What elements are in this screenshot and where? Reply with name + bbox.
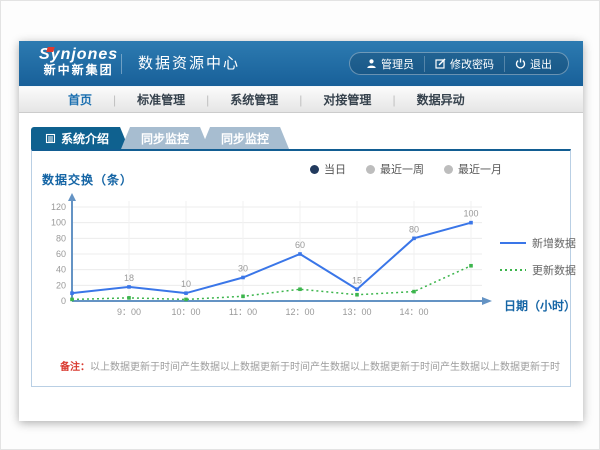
- point-label: 10: [181, 279, 191, 289]
- data-point: [127, 285, 131, 289]
- nav-item-1[interactable]: 标准管理: [116, 91, 206, 108]
- y-tick-label: 0: [61, 296, 66, 306]
- radio-label: 最近一月: [458, 161, 502, 177]
- y-tick-label: 20: [56, 280, 66, 290]
- tab-0[interactable]: 系统介绍: [31, 127, 129, 149]
- nav-item-2[interactable]: 系统管理: [209, 91, 299, 108]
- x-tick-label: 9：00: [117, 307, 141, 317]
- data-point: [298, 252, 302, 256]
- legend-item-0[interactable]: 新增数据: [500, 235, 576, 251]
- data-point: [469, 264, 473, 268]
- chart-panel: 当日 最近一周 最近一月 数据交换（条） 0 20 40 60 80 100 120 9：00 10…: [31, 149, 571, 387]
- user-menu-label: 修改密码: [450, 56, 494, 72]
- tab-label: 同步监控: [221, 130, 269, 147]
- footnote-prefix: 备注：: [60, 362, 90, 373]
- user-menu-label: 退出: [530, 56, 552, 72]
- content-area: 系统介绍 同步监控 同步监控 当日 最近一周 最近一月 数据交换（条） 0 20 40 60 8…: [19, 113, 583, 421]
- radio-option-0[interactable]: 当日: [310, 161, 346, 177]
- legend-label: 新增数据: [532, 235, 576, 251]
- point-label: 18: [124, 273, 134, 283]
- x-tick-label: 14：00: [399, 307, 428, 317]
- data-point: [298, 287, 302, 291]
- y-axis-arrow: [68, 193, 76, 201]
- screenshot-frame: Synjones 新中新集团 数据资源中心 管理员 修改密码 退出 首页|标准管理|…: [0, 0, 600, 450]
- user-menu-label: 管理员: [381, 56, 414, 72]
- user-menu: 管理员 修改密码 退出: [349, 52, 569, 75]
- data-point: [184, 298, 188, 302]
- legend-swatch: [500, 240, 526, 246]
- data-point: [241, 295, 245, 299]
- y-tick-label: 120: [51, 202, 66, 212]
- radio-label: 最近一周: [380, 161, 424, 177]
- data-point: [412, 237, 416, 241]
- legend-item-1[interactable]: 更新数据: [500, 262, 576, 278]
- x-axis-title: 日期（小时）: [504, 297, 576, 314]
- data-point: [70, 291, 74, 295]
- data-point: [241, 276, 245, 280]
- data-point: [355, 293, 359, 297]
- y-tick-label: 40: [56, 265, 66, 275]
- user-icon: [366, 58, 377, 69]
- data-point: [127, 296, 131, 300]
- logo-text-cn: 新中新集团: [39, 64, 118, 77]
- nav-item-4[interactable]: 数据异动: [396, 91, 486, 108]
- tab-label: 同步监控: [141, 130, 189, 147]
- tab-label: 系统介绍: [61, 130, 109, 147]
- data-point: [70, 298, 74, 302]
- data-point: [469, 221, 473, 225]
- y-tick-label: 100: [51, 218, 66, 228]
- legend-swatch: [500, 267, 526, 273]
- x-tick-label: 13：00: [342, 307, 371, 317]
- y-tick-label: 80: [56, 233, 66, 243]
- x-axis-arrow: [482, 297, 492, 305]
- point-label: 100: [463, 209, 478, 219]
- page-title: 数据资源中心: [121, 54, 240, 74]
- radio-option-2[interactable]: 最近一月: [444, 161, 502, 177]
- brand-logo: Synjones 新中新集团: [39, 46, 118, 77]
- tab-bar: 系统介绍 同步监控 同步监控: [31, 127, 289, 149]
- footnote: 备注：以上数据更新于时间产生数据以上数据更新于时间产生数据以上数据更新于时间产生…: [60, 358, 560, 373]
- radio-option-1[interactable]: 最近一周: [366, 161, 424, 177]
- nav-item-3[interactable]: 对接管理: [302, 91, 392, 108]
- nav-item-0[interactable]: 首页: [47, 91, 113, 108]
- data-point: [184, 291, 188, 295]
- tab-1[interactable]: 同步监控: [121, 127, 209, 149]
- chart-legend: 新增数据更新数据: [500, 235, 576, 289]
- user-menu-item-2[interactable]: 退出: [504, 56, 562, 72]
- user-menu-item-1[interactable]: 修改密码: [424, 56, 504, 72]
- radio-label: 当日: [324, 161, 346, 177]
- legend-label: 更新数据: [532, 262, 576, 278]
- radio-dot: [310, 165, 319, 174]
- radio-dot: [366, 165, 375, 174]
- document-icon: [45, 133, 56, 144]
- line-chart: 0 20 40 60 80 100 120 9：00 10：00 11：00 12：00 13：00 1…: [42, 193, 512, 325]
- edit-icon: [435, 58, 446, 69]
- tab-2[interactable]: 同步监控: [201, 127, 289, 149]
- point-label: 80: [409, 224, 419, 234]
- radio-dot: [444, 165, 453, 174]
- point-label: 60: [295, 240, 305, 250]
- time-range-filter: 当日 最近一周 最近一月: [310, 161, 502, 177]
- x-tick-label: 12：00: [285, 307, 314, 317]
- x-tick-label: 11：00: [229, 307, 257, 317]
- footnote-text: 以上数据更新于时间产生数据以上数据更新于时间产生数据以上数据更新于时间产生数据以…: [90, 362, 560, 373]
- data-point: [355, 287, 359, 291]
- app-window: Synjones 新中新集团 数据资源中心 管理员 修改密码 退出 首页|标准管理|…: [19, 41, 583, 421]
- point-label: 15: [352, 275, 362, 285]
- app-header: Synjones 新中新集团 数据资源中心 管理员 修改密码 退出: [19, 41, 583, 86]
- x-tick-label: 10：00: [171, 307, 200, 317]
- y-axis-title: 数据交换（条）: [42, 171, 133, 188]
- y-tick-label: 60: [56, 249, 66, 259]
- data-point: [412, 290, 416, 294]
- user-menu-item-0[interactable]: 管理员: [356, 56, 424, 72]
- main-nav: 首页|标准管理|系统管理|对接管理|数据异动: [19, 86, 583, 113]
- power-icon: [515, 58, 526, 69]
- point-label: 30: [238, 264, 248, 274]
